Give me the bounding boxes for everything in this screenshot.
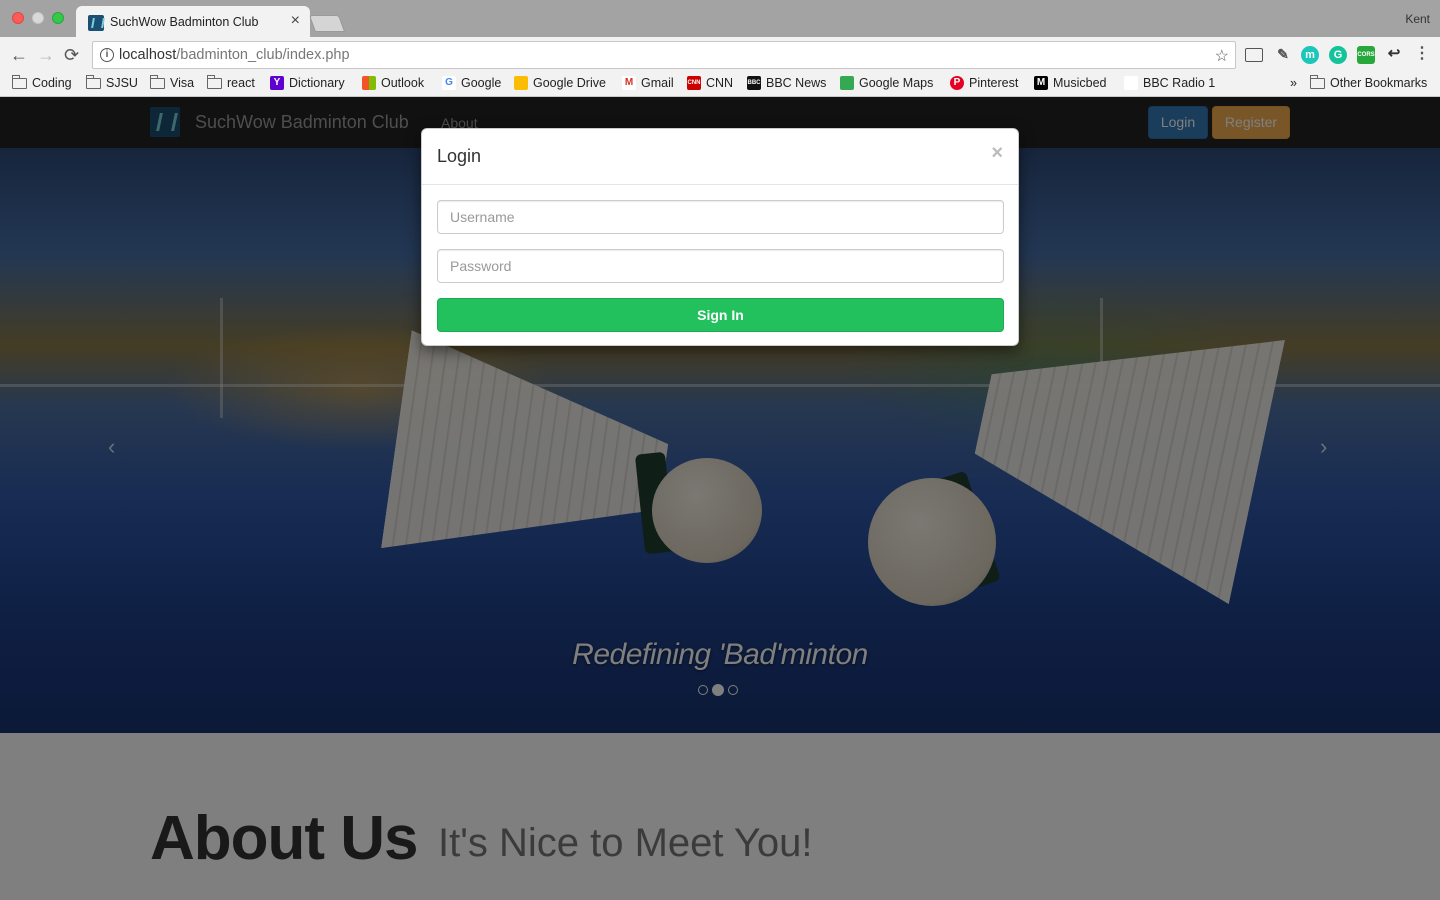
tab-strip: SuchWow Badminton Club × Kent [0, 0, 1440, 37]
bookmark-star-icon[interactable]: ☆ [1215, 46, 1229, 66]
ms-icon [362, 76, 376, 90]
bookmark-musicbed[interactable]: M Musicbed [1034, 76, 1107, 90]
other-bookmarks-folder[interactable]: Other Bookmarks [1310, 74, 1428, 90]
bookmark-label: Visa [170, 76, 195, 90]
folder-icon [12, 74, 27, 89]
bookmark-label: BBC Radio 1 [1143, 76, 1216, 90]
username-input[interactable] [437, 200, 1004, 234]
modal-header: Login × [422, 129, 1018, 185]
grammarly-icon[interactable]: G [1329, 46, 1347, 64]
bookmark-coding[interactable]: Coding [12, 74, 72, 90]
cast-icon[interactable] [1245, 48, 1263, 62]
profile-name[interactable]: Kent [1405, 12, 1430, 26]
url-text[interactable]: localhost/badminton_club/index.php [119, 47, 350, 63]
folder-icon [86, 74, 101, 89]
sign-in-button[interactable]: Sign In [437, 298, 1004, 332]
maps-icon [840, 76, 854, 90]
tab-close-icon[interactable]: × [291, 12, 300, 30]
tab-title: SuchWow Badminton Club [110, 15, 259, 29]
bookmark-label: Google Drive [533, 76, 606, 90]
bookmark-dictionary[interactable]: Y Dictionary [270, 76, 345, 90]
browser-toolbar: ← → ⟳ i localhost/badminton_club/index.p… [0, 37, 1440, 73]
folder-icon [207, 74, 222, 89]
bookmark-label: SJSU [106, 76, 138, 90]
bookmark-label: BBC News [766, 76, 827, 90]
bookmark-google[interactable]: G Google [442, 76, 501, 90]
browser-chrome: SuchWow Badminton Club × Kent ← → ⟳ i lo… [0, 0, 1440, 97]
Y-icon: Y [270, 76, 284, 90]
modal-title: Login [437, 146, 482, 166]
extension-hook-icon[interactable]: ↩ [1385, 45, 1403, 63]
close-window-button[interactable] [12, 12, 24, 24]
bookmark-label: Musicbed [1053, 76, 1107, 90]
site-info-icon[interactable]: i [100, 48, 114, 62]
new-tab-button[interactable] [308, 15, 346, 32]
bookmarks-bar: Coding SJSU Visa react Y Dictionary Outlook G Go… [0, 73, 1440, 97]
M-icon: M [622, 76, 636, 90]
folder-icon [1310, 74, 1325, 89]
folder-icon [150, 74, 165, 89]
cors-extension-icon[interactable]: CORS [1357, 46, 1375, 64]
eyedropper-icon[interactable]: ✎ [1274, 45, 1292, 63]
bookmark-bbc-radio-1[interactable]: BBC Radio 1 [1124, 76, 1215, 90]
reload-icon[interactable]: ⟳ [64, 45, 79, 65]
bookmark-label: react [227, 76, 255, 90]
bookmark-label: CNN [706, 76, 734, 90]
BBC-icon: BBC [747, 76, 761, 90]
maximize-window-button[interactable] [52, 12, 64, 24]
bookmark-react[interactable]: react [207, 74, 255, 90]
drive-icon [514, 76, 528, 90]
G-icon: G [442, 76, 456, 90]
minimize-window-button[interactable] [32, 12, 44, 24]
bookmark-visa[interactable]: Visa [150, 74, 195, 90]
extension-m-icon[interactable]: m [1301, 46, 1319, 64]
bookmark-label: Outlook [381, 76, 425, 90]
play-icon [1124, 76, 1138, 90]
bookmark-outlook[interactable]: Outlook [362, 76, 424, 90]
bookmark-cnn[interactable]: CNN CNN [687, 76, 733, 90]
url-host: localhost [119, 47, 177, 63]
close-icon[interactable]: × [991, 143, 1003, 163]
bookmark-label: Pinterest [969, 76, 1019, 90]
bookmark-sjsu[interactable]: SJSU [86, 74, 138, 90]
browser-tab[interactable]: SuchWow Badminton Club × [76, 6, 310, 37]
url-path: /badminton_club/index.php [176, 47, 350, 63]
bookmark-google-maps[interactable]: Google Maps [840, 76, 933, 90]
badminton-favicon-icon [88, 15, 104, 31]
login-modal: Login × Sign In [421, 128, 1019, 346]
bookmark-gmail[interactable]: M Gmail [622, 76, 674, 90]
menu-icon[interactable]: ⋮ [1413, 45, 1431, 63]
bookmark-google-drive[interactable]: Google Drive [514, 76, 606, 90]
bookmark-label: Google Maps [859, 76, 934, 90]
bookmarks-overflow-icon[interactable]: » [1290, 76, 1297, 90]
CNN-icon: CNN [687, 76, 701, 90]
bookmark-label: Coding [32, 76, 72, 90]
M-icon: M [1034, 76, 1048, 90]
P-icon: P [950, 76, 964, 90]
bookmark-label: Dictionary [289, 76, 345, 90]
back-arrow-icon[interactable]: ← [10, 45, 28, 65]
bookmark-pinterest[interactable]: P Pinterest [950, 76, 1018, 90]
web-page: SuchWow Badminton Club About Login Regis… [0, 97, 1440, 900]
bookmark-label: Gmail [641, 76, 674, 90]
bookmark-label: Google [461, 76, 502, 90]
forward-arrow-icon[interactable]: → [37, 45, 55, 65]
address-bar[interactable]: i localhost/badminton_club/index.php ☆ [92, 41, 1236, 69]
password-input[interactable] [437, 249, 1004, 283]
other-bookmarks-label: Other Bookmarks [1330, 76, 1428, 90]
bookmark-bbc-news[interactable]: BBC BBC News [747, 76, 826, 90]
